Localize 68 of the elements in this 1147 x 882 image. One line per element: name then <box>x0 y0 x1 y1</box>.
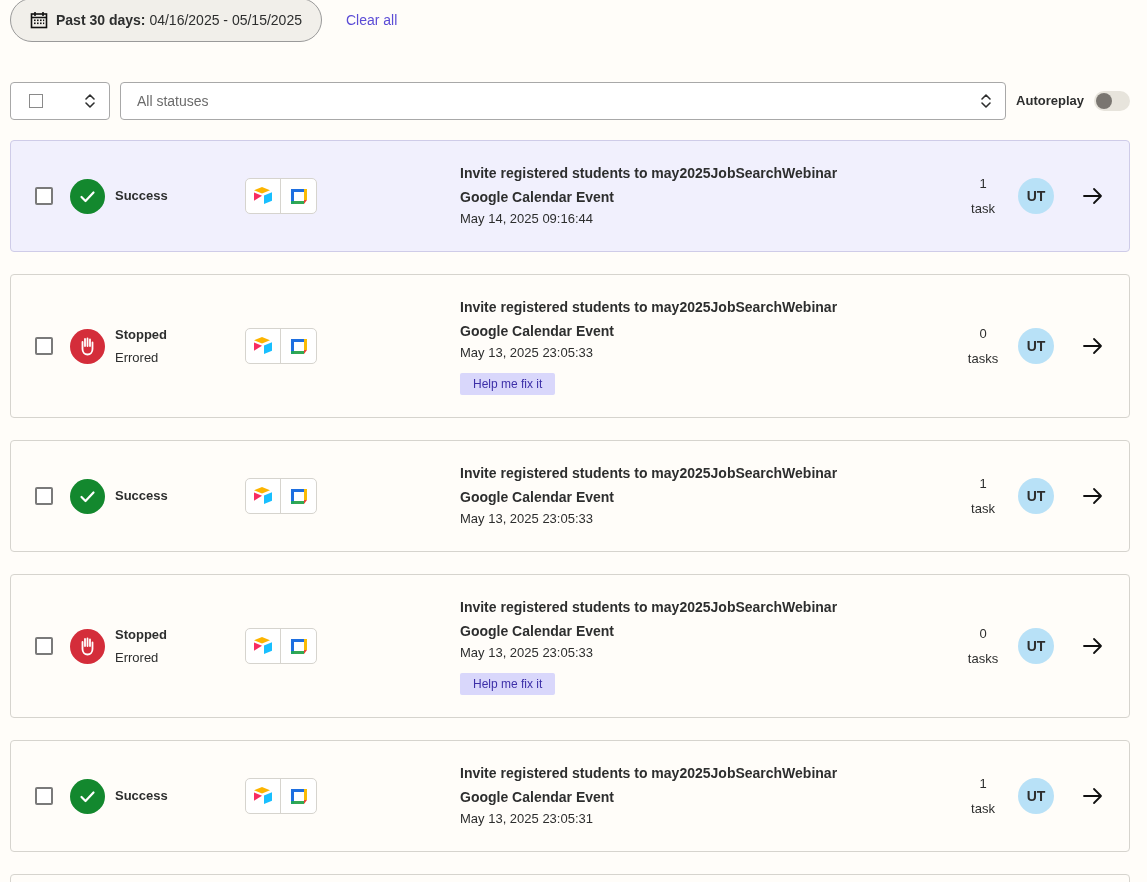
autoreplay-toggle[interactable] <box>1094 91 1130 111</box>
task-count: 1 <box>979 474 987 493</box>
run-timestamp: May 13, 2025 23:05:33 <box>460 510 594 528</box>
run-subtitle: Google Calendar Event <box>460 322 616 341</box>
autoreplay-label: Autoreplay <box>1016 92 1084 111</box>
status-filter-dropdown[interactable]: All statuses <box>120 82 1007 120</box>
row-checkbox[interactable] <box>35 487 53 505</box>
user-avatar: UT <box>1018 778 1054 814</box>
run-title: Invite registered students to may2025JobSearchWebinar <box>460 598 839 617</box>
task-unit: tasks <box>967 650 999 668</box>
run-row[interactable]: Stopped Errored Invite registered students to may2025JobSearchWebinar Google Calendar Event May 13, 2025 23:05:33 Help me fix it 0 tasks UT <box>10 274 1130 418</box>
run-timestamp: May 13, 2025 23:05:31 <box>460 810 594 828</box>
row-checkbox[interactable] <box>35 787 53 805</box>
chevron-up-down-icon <box>84 92 96 110</box>
row-checkbox[interactable] <box>35 637 53 655</box>
status-label: Stopped <box>115 325 167 344</box>
task-unit: task <box>971 200 995 218</box>
run-title: Invite registered students to may2025JobSearchWebinar <box>460 764 839 783</box>
status-label: Success <box>115 187 168 206</box>
chevron-up-down-icon <box>980 92 993 110</box>
run-subtitle: Google Calendar Event <box>460 188 616 207</box>
run-subtitle: Google Calendar Event <box>460 788 616 807</box>
arrow-right-icon <box>1083 337 1103 355</box>
run-row[interactable]: Stopped Errored Invite registered students to may2025JobSearchWebinar Google Calendar Event May 13, 2025 23:05:33 Help me fix it 0 tasks UT <box>10 574 1130 718</box>
arrow-right-icon <box>1083 187 1103 205</box>
status-detail: Errored <box>115 349 160 367</box>
check-circle-icon <box>70 178 105 214</box>
check-circle-icon <box>70 478 105 514</box>
run-timestamp: May 13, 2025 23:05:33 <box>460 344 594 362</box>
run-row[interactable]: Success Invite registered students to may2025JobSearchWebinar Google Calendar Event May 13, 2025 23:05:31 1 task UT <box>10 740 1130 852</box>
task-unit: task <box>971 800 995 818</box>
task-count: 1 <box>979 174 987 193</box>
task-unit: task <box>971 500 995 518</box>
run-title: Invite registered students to may2025JobSearchWebinar <box>460 464 839 483</box>
hand-stop-icon <box>70 628 105 664</box>
user-avatar: UT <box>1018 478 1054 514</box>
arrow-right-icon <box>1083 637 1103 655</box>
run-row[interactable]: Success Invite registered students to may2025JobSearchWebinar Google Calendar Event May 14, 2025 09:16:44 1 task UT <box>10 140 1130 252</box>
user-avatar: UT <box>1018 328 1054 364</box>
calendar-icon <box>30 11 48 29</box>
status-label: Stopped <box>115 625 167 644</box>
row-checkbox[interactable] <box>35 337 53 355</box>
task-count: 0 <box>979 324 987 343</box>
date-range-filter[interactable]: Past 30 days: 04/16/2025 - 05/15/2025 <box>10 0 322 42</box>
bulk-select-dropdown[interactable] <box>10 82 110 120</box>
task-unit: tasks <box>967 350 999 368</box>
check-circle-icon <box>70 778 105 814</box>
run-subtitle: Google Calendar Event <box>460 488 616 507</box>
row-checkbox[interactable] <box>35 187 53 205</box>
arrow-right-icon <box>1083 787 1103 805</box>
hand-stop-icon <box>70 328 105 364</box>
task-count: 0 <box>979 624 987 643</box>
arrow-right-icon <box>1083 487 1103 505</box>
run-subtitle: Google Calendar Event <box>460 622 616 641</box>
help-me-fix-it-button[interactable]: Help me fix it <box>460 673 556 695</box>
run-timestamp: May 14, 2025 09:16:44 <box>460 210 594 228</box>
run-title: Invite registered students to may2025JobSearchWebinar <box>460 164 839 183</box>
help-me-fix-it-button[interactable]: Help me fix it <box>460 373 556 395</box>
status-label: Success <box>115 487 168 506</box>
run-title: Invite registered students to may2025JobSearchWebinar <box>460 298 839 317</box>
clear-all-link[interactable]: Clear all <box>345 9 398 31</box>
user-avatar: UT <box>1018 178 1054 214</box>
user-avatar: UT <box>1018 628 1054 664</box>
run-row[interactable]: Success Invite registered students to may2025JobSearchWebinar Google Calendar Event May 13, 2025 23:05:33 1 task UT <box>10 440 1130 552</box>
task-count: 1 <box>979 774 987 793</box>
status-detail: Errored <box>115 649 160 667</box>
run-timestamp: May 13, 2025 23:05:33 <box>460 644 594 662</box>
status-label: Success <box>115 787 168 806</box>
